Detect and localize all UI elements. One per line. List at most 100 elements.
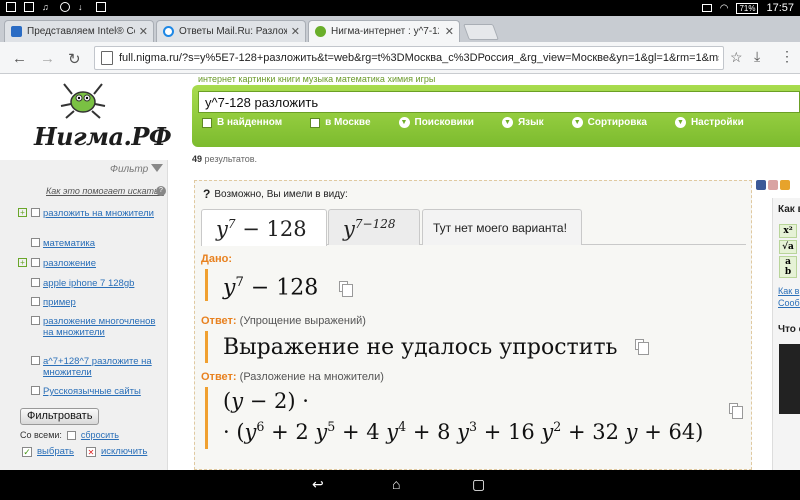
checkbox[interactable]	[31, 297, 40, 306]
checkbox[interactable]	[31, 258, 40, 267]
checkbox[interactable]	[31, 208, 40, 217]
root-symbol[interactable]: √a	[779, 240, 797, 254]
factor-line-1: (y − 2) ·	[223, 389, 309, 413]
search-options: В найденном в Москве ▼ Поисковики ▼ Язык ▼…	[202, 117, 772, 128]
logo-text: Нигма.РФ	[34, 122, 172, 151]
answer2-label: Ответ: (Разложение на множители)	[201, 371, 384, 383]
exclude-link[interactable]: исключить	[101, 446, 147, 457]
browser-tab-intel[interactable]: Представляем Intel® Com ✕	[4, 20, 154, 42]
music-icon: ♫	[42, 2, 49, 12]
check-icon[interactable]: ✓	[22, 446, 32, 457]
home-nav-icon[interactable]: ⌂	[392, 476, 400, 492]
close-tab-icon[interactable]: ✕	[291, 25, 300, 38]
browser-tab-nigma[interactable]: Нигма-интернет : y^7-128 р ✕	[308, 20, 460, 42]
close-tab-icon[interactable]: ✕	[139, 25, 148, 38]
select-exclude-row: ✓ выбрать ✕ исключить	[22, 446, 147, 457]
checkbox[interactable]	[66, 430, 76, 440]
no-variant-tab[interactable]: Тут нет моего варианта!	[422, 209, 582, 245]
android-nav-bar: ↩ ⌂ ▢	[0, 470, 800, 500]
download-icon[interactable]: ⤓	[754, 48, 760, 65]
checkbox[interactable]	[202, 117, 212, 128]
language-dropdown[interactable]: ▼ Язык	[501, 117, 544, 128]
checkbox[interactable]	[31, 278, 40, 287]
battery-indicator: 71%	[736, 2, 759, 14]
x-icon[interactable]: ✕	[85, 446, 96, 457]
help-link[interactable]: Как это помогает искать?	[46, 186, 164, 196]
variant-tabs: y7 − 128 y7−128 Тут нет моего варианта!	[201, 207, 746, 246]
chevron-down-icon: ▼	[571, 117, 583, 128]
copy-icon[interactable]	[339, 281, 353, 297]
chevron-down-icon: ▼	[501, 117, 513, 128]
reload-icon[interactable]: ↻	[68, 50, 81, 68]
recents-nav-icon[interactable]: ▢	[472, 476, 485, 493]
did-you-mean: ? Возможно, Вы имели в виду:	[203, 187, 348, 201]
with-all-row: Со всеми: сбросить	[20, 430, 119, 440]
forward-arrow-icon[interactable]: →	[40, 50, 55, 67]
given-bar	[205, 269, 208, 301]
share-icon	[60, 2, 70, 12]
filter-button[interactable]: Фильтровать	[20, 408, 100, 425]
image-icon	[24, 2, 34, 12]
variant-tab-2[interactable]: y7−128	[328, 209, 420, 245]
back-arrow-icon[interactable]: ←	[12, 50, 27, 67]
settings-dropdown[interactable]: ▼ Настройки	[674, 117, 744, 128]
checkbox[interactable]	[310, 117, 321, 128]
search-input[interactable]: y^7-128 разложить	[198, 91, 800, 113]
checkbox[interactable]	[31, 316, 40, 325]
video-thumbnail[interactable]	[779, 344, 800, 414]
browser-tab-mailru[interactable]: Ответы Mail.Ru: Разложит ✕	[156, 20, 306, 42]
back-nav-icon[interactable]: ↩	[312, 476, 324, 493]
answer2-bar	[205, 387, 208, 449]
menu-dots-icon[interactable]: ⋮	[780, 48, 794, 65]
power-symbol[interactable]: x²	[779, 224, 797, 238]
intel-favicon-icon	[11, 26, 22, 37]
notification-icon	[6, 2, 16, 12]
person-icon[interactable]	[768, 180, 778, 190]
copy-icon[interactable]	[635, 339, 649, 355]
copy-icon[interactable]	[729, 403, 743, 419]
download-icon: ↓	[78, 2, 83, 12]
social-buttons	[756, 180, 790, 190]
answer1-label: Ответ: (Упрощение выражений)	[201, 315, 366, 327]
screen: { "status": { "time": "17:57", "battery"…	[0, 0, 800, 500]
reset-link[interactable]: сбросить	[81, 430, 119, 440]
web-page: Нигма.РФ интернет картинки книги музыка …	[0, 74, 800, 470]
chevron-down-icon: ▼	[398, 117, 410, 128]
select-link[interactable]: выбрать	[37, 446, 74, 457]
filter-title: Фильтр	[110, 164, 149, 175]
expand-icon[interactable]: +	[18, 258, 27, 267]
new-tab-button[interactable]	[463, 24, 499, 40]
search-vertical-nav[interactable]: интернет картинки книги музыка математик…	[198, 74, 435, 84]
in-moscow-option[interactable]: в Москве	[310, 117, 371, 128]
expand-icon[interactable]: +	[18, 208, 27, 217]
results-count: 49 результатов.	[192, 154, 258, 164]
factor-line-2: · (y6 + 2 y5 + 4 y4 + 8 y3 + 16 y2 + 32 …	[223, 419, 704, 444]
in-found-option[interactable]: В найденном	[202, 117, 282, 128]
funnel-icon[interactable]	[151, 164, 163, 172]
chevron-down-icon: ▼	[674, 117, 686, 128]
wifi-icon: ◠	[719, 2, 729, 14]
close-tab-icon[interactable]: ✕	[445, 25, 454, 38]
android-status-bar: ♫ ↓ ◠ 71% 17:57	[0, 0, 800, 16]
sorting-dropdown[interactable]: ▼ Сортировка	[571, 117, 647, 128]
mail-icon	[96, 2, 106, 12]
nigma-favicon-icon	[315, 26, 326, 37]
checkbox[interactable]	[31, 386, 40, 395]
math-answer-card: ? Возможно, Вы имели в виду: y7 − 128 y7−…	[194, 180, 752, 470]
nigma-logo[interactable]: Нигма.РФ	[22, 78, 172, 154]
people-icon[interactable]	[780, 180, 790, 190]
fraction-symbol[interactable]: ab	[779, 256, 797, 278]
engines-dropdown[interactable]: ▼ Поисковики	[398, 117, 474, 128]
filter-sidebar: Фильтр Как это помогает искать? ? + разло…	[0, 160, 168, 470]
bookmark-star-icon[interactable]: ☆	[730, 49, 743, 66]
search-panel: y^7-128 разложить В найденном в Москве ▼…	[192, 85, 800, 147]
facebook-icon[interactable]	[756, 180, 766, 190]
page-icon	[101, 51, 113, 65]
checkbox[interactable]	[31, 356, 40, 365]
browser-toolbar: ← → ↻ full.nigma.ru/?s=y%5E7-128+разложи…	[0, 42, 800, 74]
help-icon[interactable]: ?	[156, 186, 166, 196]
url-text[interactable]: full.nigma.ru/?s=y%5E7-128+разложить&t=w…	[119, 52, 719, 64]
variant-tab-1[interactable]: y7 − 128	[201, 209, 327, 246]
checkbox[interactable]	[31, 238, 40, 247]
address-bar[interactable]: full.nigma.ru/?s=y%5E7-128+разложить&t=w…	[94, 46, 724, 70]
